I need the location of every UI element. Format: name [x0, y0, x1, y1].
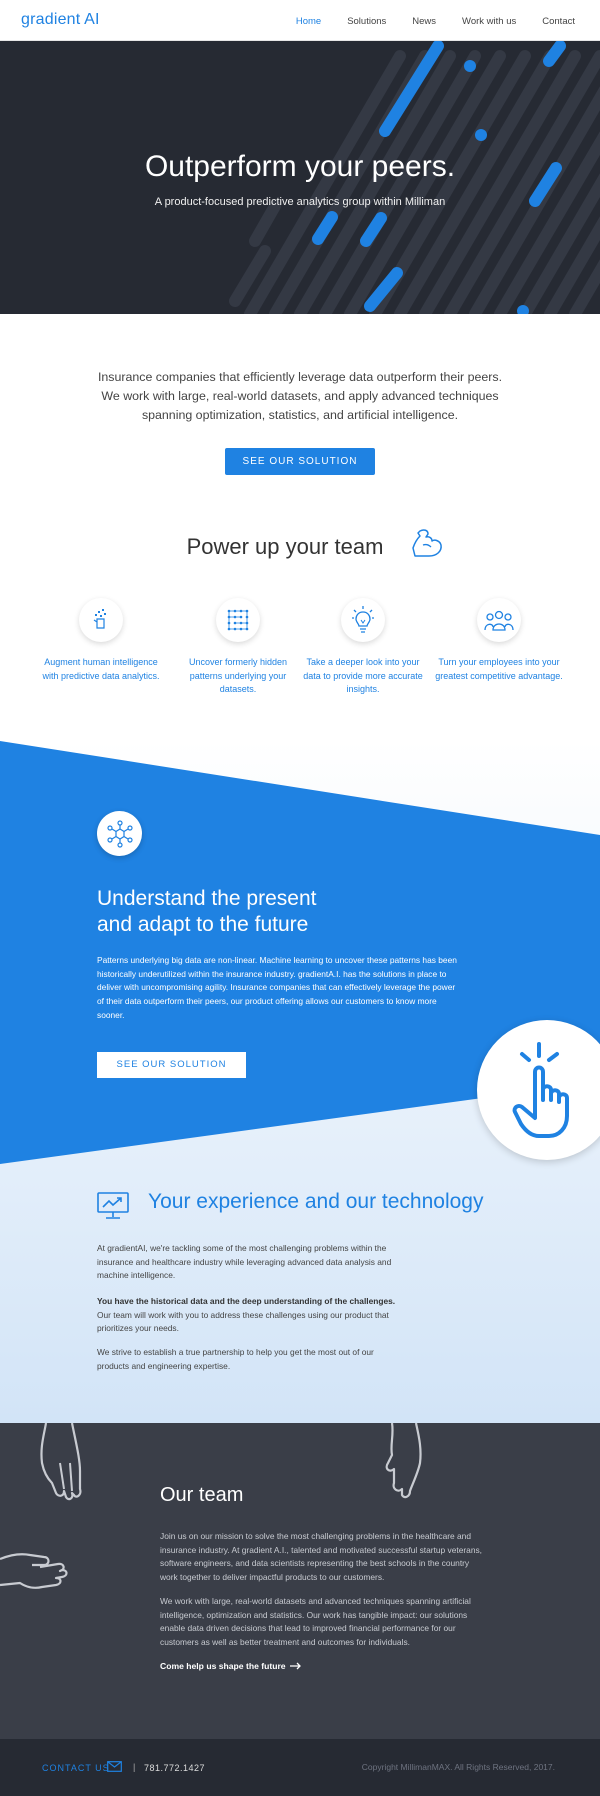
nav-links: Home Solutions News Work with us Contact — [270, 16, 575, 27]
understand-text: Patterns underlying big data are non-lin… — [97, 955, 457, 1020]
network-hub-icon-circle — [97, 811, 142, 856]
lightbulb-icon — [352, 606, 374, 633]
careers-link[interactable]: Come help us shape the future — [160, 1661, 286, 1671]
tech-paragraph-2-bold: You have the historical data and the dee… — [97, 1296, 396, 1306]
logo[interactable]: gradient AI — [21, 11, 100, 29]
feature-augment: Augment human intelligence with predicti… — [36, 598, 166, 683]
tech-title: Your experience and our technology — [148, 1190, 484, 1213]
footer: CONTACT US | 781.772.1427 Copyright Mill… — [0, 1739, 600, 1796]
pointing-hand-icon — [512, 1042, 569, 1138]
contact-us-link[interactable]: CONTACT US — [42, 1763, 110, 1773]
feature-icon-circle — [477, 598, 521, 642]
see-solution-button-secondary[interactable]: SEE OUR SOLUTION — [97, 1052, 246, 1078]
understand-title: Understand the present and adapt to the … — [97, 886, 457, 938]
understand-title-line2: and adapt to the future — [97, 913, 309, 936]
feature-icon-circle — [341, 598, 385, 642]
hero-subtitle: A product-focused predictive analytics g… — [154, 196, 446, 208]
team-section: Our team Join us on our mission to solve… — [0, 1423, 600, 1739]
feature-icon-circle — [79, 598, 123, 642]
feature-text: Take a deeper look into your data to pro… — [303, 657, 423, 694]
network-hub-icon — [106, 819, 133, 848]
team-paragraph-2: We work with large, real-world datasets … — [160, 1596, 471, 1647]
hero-title: Outperform your peers. — [144, 150, 456, 183]
power-up-title: Power up your team — [186, 534, 384, 559]
nav-link-home[interactable]: Home — [296, 16, 321, 27]
feature-uncover: Uncover formerly hidden patterns underly… — [173, 598, 303, 697]
feature-icon-circle — [216, 598, 260, 642]
nav-link-news[interactable]: News — [412, 16, 436, 27]
flexed-arm-icon — [412, 529, 442, 557]
nav-link-solutions[interactable]: Solutions — [347, 16, 386, 27]
hand-down-left-icon — [40, 1423, 82, 1501]
team-title: Our team — [160, 1484, 244, 1506]
tech-paragraph-2: You have the historical data and the dee… — [97, 1295, 402, 1336]
team-paragraph-1: Join us on our mission to solve the most… — [160, 1531, 482, 1582]
phone-number[interactable]: 781.772.1427 — [144, 1763, 205, 1773]
arrow-right-icon[interactable] — [290, 1662, 302, 1670]
top-nav: gradient AI Home Solutions News Work wit… — [0, 0, 600, 41]
tech-paragraph-1: At gradientAI, we're tackling some of th… — [97, 1243, 392, 1281]
feature-text: Uncover formerly hidden patterns underly… — [188, 657, 288, 694]
handshake-hand-icon — [0, 1553, 68, 1589]
feature-employees: Turn your employees into your greatest c… — [434, 598, 564, 683]
copyright: Copyright MillimanMAX. All Rights Reserv… — [361, 1762, 555, 1772]
tech-paragraph-2-rest: Our team will work with you to address t… — [97, 1309, 389, 1334]
nav-link-work-with-us[interactable]: Work with us — [462, 16, 516, 27]
grid-pattern-icon — [227, 609, 249, 631]
hero-banner: Outperform your peers. A product-focused… — [0, 41, 600, 314]
hand-sparkle-icon — [93, 609, 106, 629]
intro-text: Insurance companies that efficiently lev… — [97, 370, 503, 422]
people-group-icon — [484, 610, 514, 631]
understand-title-line1: Understand the present — [97, 887, 317, 910]
mail-icon[interactable] — [107, 1761, 122, 1772]
feature-deeper-look: Take a deeper look into your data to pro… — [298, 598, 428, 697]
nav-link-contact[interactable]: Contact — [542, 16, 575, 27]
feature-text: Turn your employees into your greatest c… — [435, 657, 563, 681]
pointing-hand-circle — [477, 1020, 600, 1160]
feature-text: Augment human intelligence with predicti… — [42, 657, 160, 681]
hand-down-right-icon — [385, 1423, 422, 1499]
footer-separator: | — [133, 1762, 136, 1772]
tech-paragraph-3: We strive to establish a true partnershi… — [97, 1347, 374, 1371]
see-solution-button[interactable]: SEE OUR SOLUTION — [225, 448, 375, 475]
monitor-chart-icon — [97, 1192, 129, 1219]
